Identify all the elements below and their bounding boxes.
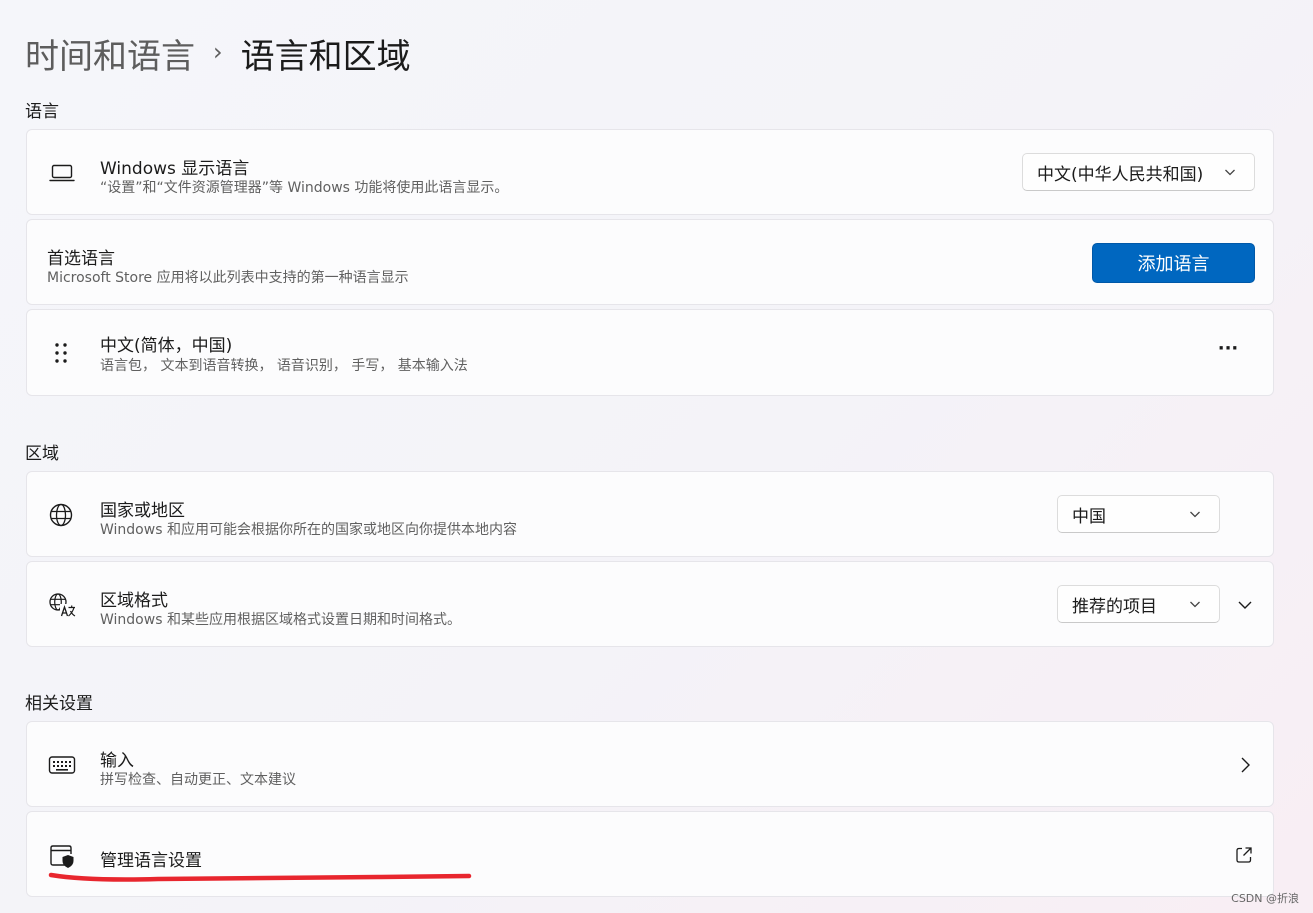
chevron-down-icon bbox=[1189, 596, 1201, 616]
preferred-languages-card: 首选语言 Microsoft Store 应用将以此列表中支持的第一种语言显示 … bbox=[26, 219, 1274, 305]
watermark: CSDN @折浪 bbox=[1231, 892, 1299, 905]
typing-link-card[interactable]: 输入 拼写检查、自动更正、文本建议 bbox=[26, 721, 1274, 807]
regional-format-card[interactable]: 区域格式 Windows 和某些应用根据区域格式设置日期和时间格式。 推荐的项目 bbox=[26, 561, 1274, 647]
preferred-languages-subtitle: Microsoft Store 应用将以此列表中支持的第一种语言显示 bbox=[47, 270, 409, 286]
regional-format-title: 区域格式 bbox=[100, 591, 168, 611]
language-item-title: 中文(简体，中国) bbox=[100, 336, 233, 356]
breadcrumb: 时间和语言 › 语言和区域 bbox=[25, 28, 411, 78]
country-subtitle: Windows 和应用可能会根据你所在的国家或地区向你提供本地内容 bbox=[100, 522, 517, 538]
regional-format-value: 推荐的项目 bbox=[1072, 596, 1157, 617]
typing-title: 输入 bbox=[100, 751, 134, 771]
laptop-icon bbox=[47, 160, 77, 186]
section-title-related-settings: 相关设置 bbox=[25, 694, 93, 714]
annotation-underline bbox=[48, 872, 472, 882]
breadcrumb-separator: › bbox=[213, 38, 223, 66]
chevron-down-icon bbox=[1224, 164, 1236, 184]
display-language-title: Windows 显示语言 bbox=[100, 159, 250, 179]
globe-icon bbox=[47, 501, 75, 529]
add-language-button[interactable]: 添加语言 bbox=[1092, 243, 1255, 283]
admin-shield-window-icon bbox=[47, 842, 77, 870]
regional-format-subtitle: Windows 和某些应用根据区域格式设置日期和时间格式。 bbox=[100, 612, 461, 628]
keyboard-icon bbox=[47, 752, 77, 778]
language-format-icon bbox=[47, 591, 77, 619]
more-options-icon[interactable]: ··· bbox=[1213, 340, 1243, 364]
typing-subtitle: 拼写检查、自动更正、文本建议 bbox=[100, 772, 296, 788]
display-language-dropdown[interactable]: 中文(中华人民共和国) bbox=[1022, 153, 1255, 191]
display-language-subtitle: “设置”和“文件资源管理器”等 Windows 功能将使用此语言显示。 bbox=[100, 180, 509, 196]
section-title-region: 区域 bbox=[25, 444, 59, 464]
language-list-item[interactable]: 中文(简体，中国) 语言包， 文本到语音转换， 语音识别， 手写， 基本输入法 … bbox=[26, 309, 1274, 396]
display-language-value: 中文(中华人民共和国) bbox=[1037, 164, 1204, 185]
country-region-card: 国家或地区 Windows 和应用可能会根据你所在的国家或地区向你提供本地内容 … bbox=[26, 471, 1274, 557]
section-title-language: 语言 bbox=[25, 102, 59, 122]
country-value: 中国 bbox=[1072, 506, 1106, 527]
regional-format-dropdown[interactable]: 推荐的项目 bbox=[1057, 585, 1220, 623]
breadcrumb-parent-link[interactable]: 时间和语言 bbox=[25, 29, 195, 78]
expand-chevron-icon[interactable] bbox=[1233, 593, 1257, 617]
drag-handle-icon[interactable] bbox=[49, 340, 73, 366]
country-title: 国家或地区 bbox=[100, 501, 185, 521]
display-language-card: Windows 显示语言 “设置”和“文件资源管理器”等 Windows 功能将… bbox=[26, 129, 1274, 215]
admin-language-settings-card[interactable]: 管理语言设置 bbox=[26, 811, 1274, 897]
open-external-icon bbox=[1233, 844, 1255, 866]
chevron-right-icon bbox=[1235, 754, 1255, 776]
country-dropdown[interactable]: 中国 bbox=[1057, 495, 1220, 533]
chevron-down-icon bbox=[1189, 506, 1201, 526]
preferred-languages-title: 首选语言 bbox=[47, 249, 115, 269]
language-item-subtitle: 语言包， 文本到语音转换， 语音识别， 手写， 基本输入法 bbox=[100, 358, 468, 374]
page-title: 语言和区域 bbox=[240, 36, 411, 77]
